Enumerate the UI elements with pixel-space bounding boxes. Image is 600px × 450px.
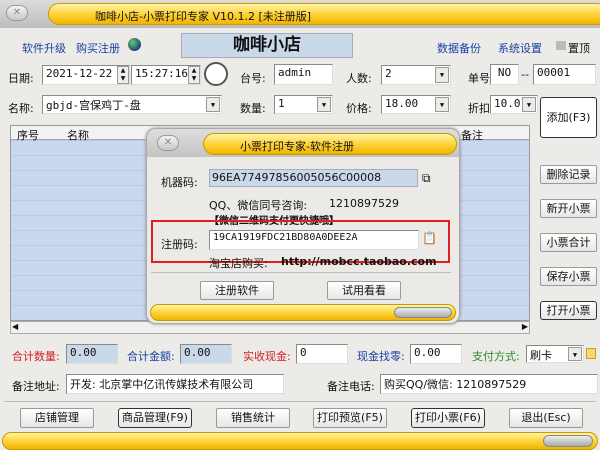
delete-record-button[interactable]: 删除记录 <box>540 165 597 184</box>
total-amount: 0.00 <box>180 344 232 364</box>
time-spinner[interactable]: ▲ ▼ <box>188 66 200 84</box>
shop-manage-button[interactable]: 店铺管理 <box>20 408 94 428</box>
buy-link[interactable]: 购买注册 <box>76 40 120 56</box>
col-index[interactable]: 序号 <box>17 127 39 143</box>
pin-label: 置顶 <box>568 42 590 55</box>
price-value: 18.00 <box>385 97 419 110</box>
change-label: 现金找零: <box>357 350 405 363</box>
machine-code: 96EA77497856005056C00008 <box>209 169 418 187</box>
machine-label: 机器码: <box>161 176 198 189</box>
pay-settings-icon[interactable] <box>586 348 596 359</box>
pin-checkbox[interactable] <box>556 41 566 50</box>
name-value: gbjd-宫保鸡丁-盘 <box>46 99 141 112</box>
pay-label: 支付方式: <box>472 350 520 363</box>
store-name: 咖啡小店 <box>181 33 353 58</box>
qty-label: 数量: <box>240 102 266 115</box>
people-label: 人数: <box>346 72 372 85</box>
addr-label: 备注地址: <box>12 380 60 393</box>
upgrade-link[interactable]: 软件升级 <box>22 40 66 56</box>
change-input[interactable]: 0.00 <box>410 344 462 364</box>
globe-icon <box>128 38 141 51</box>
people-select[interactable]: 2 ▼ <box>381 65 451 85</box>
register-dialog: ✕ 小票打印专家-软件注册 机器码: 96EA77497856005056C00… <box>146 128 460 324</box>
close-icon[interactable]: ✕ <box>6 5 28 21</box>
price-label: 价格: <box>346 102 372 115</box>
stopwatch-icon[interactable] <box>204 62 228 86</box>
cash-input[interactable]: 0 <box>296 344 348 364</box>
chevron-down-icon: ▼ <box>317 97 331 112</box>
pay-select[interactable]: 刷卡 ▼ <box>526 345 584 363</box>
date-spinner[interactable]: ▲ ▼ <box>117 66 129 84</box>
save-ticket-button[interactable]: 保存小票 <box>540 267 597 286</box>
paste-icon[interactable]: 📋 <box>422 231 437 245</box>
qty-value: 1 <box>278 97 285 110</box>
dialog-close-icon[interactable]: ✕ <box>157 135 179 151</box>
table-input[interactable]: admin <box>274 64 333 85</box>
settings-link[interactable]: 系统设置 <box>498 40 542 56</box>
reg-code-input[interactable]: 19CA1919FDC21BD80A0DEE2A <box>209 230 419 250</box>
title-capsule: 咖啡小店-小票打印专家 V10.1.2 [未注册版] <box>48 3 600 25</box>
scroll-left-icon[interactable]: ◀ <box>12 322 18 331</box>
window-title: 咖啡小店-小票打印专家 V10.1.2 [未注册版] <box>95 10 312 23</box>
print-preview-button[interactable]: 打印预览(F5) <box>313 408 387 428</box>
shop-label: 淘宝店购买: <box>209 257 268 270</box>
name-label: 名称: <box>8 102 34 115</box>
ticket-total-button[interactable]: 小票合计 <box>540 233 597 252</box>
add-button[interactable]: 添加(F3) <box>540 97 597 138</box>
chevron-down-icon: ▼ <box>435 67 449 83</box>
cash-label: 实收现金: <box>243 350 291 363</box>
dialog-title-capsule: 小票打印专家-软件注册 <box>203 133 457 155</box>
sales-stats-button[interactable]: 销售统计 <box>216 408 290 428</box>
phone-input[interactable]: 购买QQ/微信: 1210897529 <box>380 374 598 394</box>
status-bar <box>2 432 598 450</box>
backup-link[interactable]: 数据备份 <box>437 40 481 56</box>
goods-manage-button[interactable]: 商品管理(F9) <box>118 408 192 428</box>
chevron-down-icon: ▼ <box>522 97 536 112</box>
reg-label: 注册码: <box>161 238 198 251</box>
chevron-down-icon: ▼ <box>435 97 449 112</box>
order-prefix[interactable]: NO <box>490 64 519 85</box>
qq-number: 1210897529 <box>329 197 399 210</box>
price-select[interactable]: 18.00 ▼ <box>381 95 451 114</box>
dialog-title: 小票打印专家-软件注册 <box>240 140 354 153</box>
register-button[interactable]: 注册软件 <box>200 281 274 300</box>
total-qty: 0.00 <box>66 344 118 364</box>
col-remark[interactable]: 备注 <box>461 127 483 143</box>
discount-select[interactable]: 10.0 ▼ <box>490 95 538 114</box>
table-label: 台号: <box>240 72 266 85</box>
phone-label: 备注电话: <box>327 380 375 393</box>
total-qty-label: 合计数量: <box>12 350 60 363</box>
order-dash: -- <box>521 68 529 81</box>
trial-button[interactable]: 试用看看 <box>327 281 401 300</box>
new-ticket-button[interactable]: 新开小票 <box>540 199 597 218</box>
chevron-down-icon: ▼ <box>206 97 220 112</box>
order-no-input[interactable]: 00001 <box>533 64 596 85</box>
chevron-down-icon: ▼ <box>568 347 582 361</box>
people-value: 2 <box>385 67 392 80</box>
exit-button[interactable]: 退出(Esc) <box>509 408 583 428</box>
dialog-slider <box>394 307 452 318</box>
scroll-right-icon[interactable]: ▶ <box>522 322 528 331</box>
dialog-divider <box>151 272 451 273</box>
total-amount-label: 合计金额: <box>127 350 175 363</box>
addr-input[interactable]: 开发: 北京掌中亿讯传媒技术有限公司 <box>66 374 284 394</box>
name-select[interactable]: gbjd-宫保鸡丁-盘 ▼ <box>42 95 222 114</box>
copy-icon[interactable]: ⧉ <box>422 171 431 186</box>
discount-value: 10.0 <box>494 97 521 110</box>
qq-label: QQ、微信同号咨询: <box>209 199 308 212</box>
status-slider <box>543 435 593 447</box>
divider <box>4 401 596 402</box>
open-ticket-button[interactable]: 打开小票 <box>540 301 597 320</box>
shop-url-link[interactable]: http://mobcc.taobao.com <box>281 255 437 268</box>
qty-select[interactable]: 1 ▼ <box>274 95 333 114</box>
col-name[interactable]: 名称 <box>67 127 89 143</box>
print-ticket-button[interactable]: 打印小票(F6) <box>411 408 485 428</box>
pay-value: 刷卡 <box>530 349 552 362</box>
date-label: 日期: <box>8 72 34 85</box>
dialog-status-bar <box>150 304 456 321</box>
